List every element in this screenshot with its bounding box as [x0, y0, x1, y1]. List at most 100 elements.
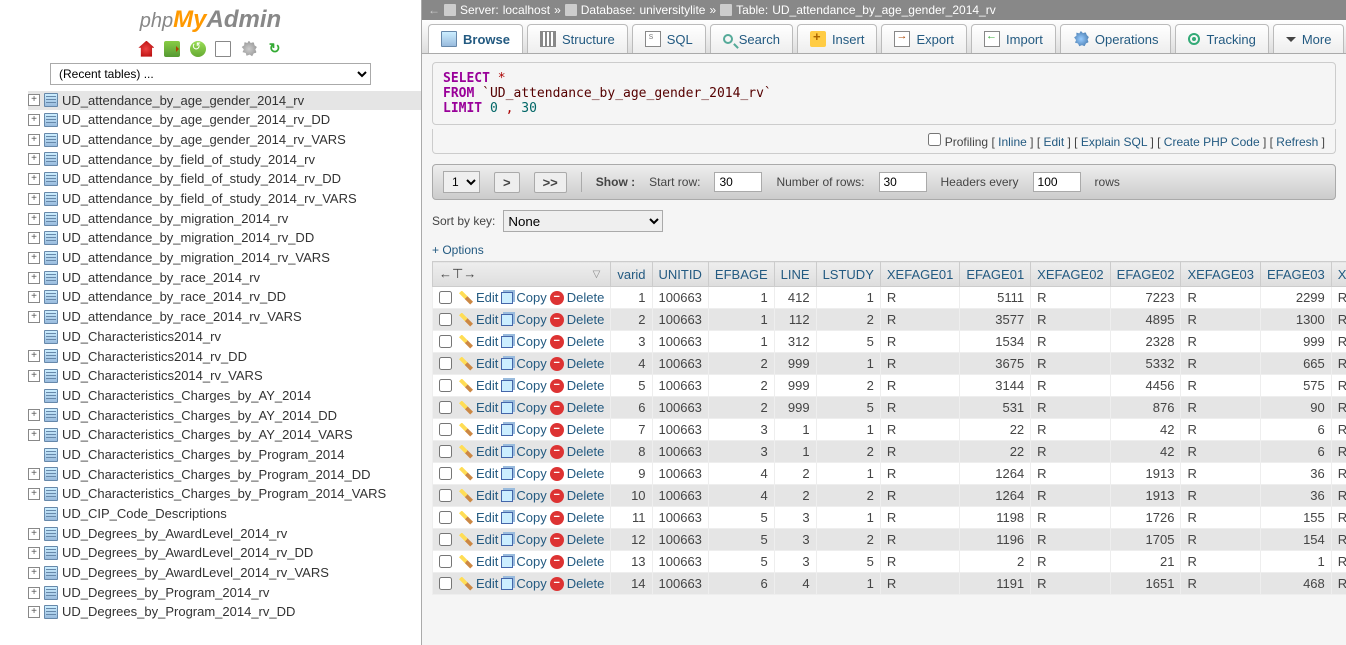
docs-icon[interactable]: [215, 41, 231, 57]
edit-link[interactable]: Edit: [1043, 135, 1064, 149]
tree-item[interactable]: +UD_attendance_by_race_2014_rv_DD: [28, 287, 421, 307]
column-header[interactable]: UNITID: [652, 262, 708, 287]
tree-item[interactable]: +UD_Characteristics_Charges_by_Program_2…: [28, 484, 421, 504]
copy-link[interactable]: Copy: [516, 378, 546, 393]
expand-icon[interactable]: +: [28, 587, 40, 599]
edit-link[interactable]: Edit: [476, 334, 498, 349]
copy-link[interactable]: Copy: [516, 554, 546, 569]
copy-link[interactable]: Copy: [516, 510, 546, 525]
bc-table[interactable]: UD_attendance_by_age_gender_2014_rv: [772, 3, 996, 17]
delete-link[interactable]: Delete: [567, 576, 605, 591]
expand-icon[interactable]: +: [28, 547, 40, 559]
tab-structure[interactable]: Structure: [527, 24, 628, 53]
expand-icon[interactable]: +: [28, 232, 40, 244]
column-header[interactable]: XEFAGE03: [1181, 262, 1260, 287]
expand-icon[interactable]: +: [28, 114, 40, 126]
edit-link[interactable]: Edit: [476, 444, 498, 459]
tree-item[interactable]: +UD_Degrees_by_AwardLevel_2014_rv_DD: [28, 543, 421, 563]
tab-import[interactable]: Import: [971, 24, 1056, 53]
tab-export[interactable]: Export: [881, 24, 967, 53]
edit-link[interactable]: Edit: [476, 356, 498, 371]
tree-item[interactable]: +UD_Characteristics_Charges_by_AY_2014_V…: [28, 425, 421, 445]
delete-link[interactable]: Delete: [567, 356, 605, 371]
bc-server[interactable]: localhost: [503, 3, 550, 17]
expand-icon[interactable]: +: [28, 94, 40, 106]
delete-link[interactable]: Delete: [567, 510, 605, 525]
delete-link[interactable]: Delete: [567, 334, 605, 349]
edit-link[interactable]: Edit: [476, 488, 498, 503]
recent-tables-select[interactable]: (Recent tables) ...: [50, 63, 371, 85]
copy-link[interactable]: Copy: [516, 466, 546, 481]
column-header[interactable]: EFAGE03: [1260, 262, 1331, 287]
row-checkbox[interactable]: [439, 511, 452, 524]
tree-item[interactable]: UD_Characteristics2014_rv: [28, 327, 421, 347]
delete-link[interactable]: Delete: [567, 422, 605, 437]
create-php-link[interactable]: Create PHP Code: [1164, 135, 1260, 149]
copy-link[interactable]: Copy: [516, 290, 546, 305]
expand-icon[interactable]: +: [28, 488, 40, 500]
expand-icon[interactable]: +: [28, 567, 40, 579]
copy-link[interactable]: Copy: [516, 400, 546, 415]
expand-icon[interactable]: +: [28, 311, 40, 323]
row-checkbox[interactable]: [439, 467, 452, 480]
copy-link[interactable]: Copy: [516, 488, 546, 503]
expand-icon[interactable]: +: [28, 272, 40, 284]
tree-item[interactable]: +UD_attendance_by_age_gender_2014_rv: [28, 91, 421, 111]
expand-icon[interactable]: +: [28, 350, 40, 362]
copy-link[interactable]: Copy: [516, 356, 546, 371]
copy-link[interactable]: Copy: [516, 444, 546, 459]
tab-browse[interactable]: Browse: [428, 24, 523, 53]
tree-item[interactable]: +UD_Characteristics_Charges_by_AY_2014_D…: [28, 406, 421, 426]
expand-icon[interactable]: +: [28, 468, 40, 480]
copy-link[interactable]: Copy: [516, 422, 546, 437]
tree-item[interactable]: +UD_Degrees_by_AwardLevel_2014_rv_VARS: [28, 563, 421, 583]
sort-select[interactable]: None: [503, 210, 663, 232]
tree-item[interactable]: +UD_Degrees_by_AwardLevel_2014_rv: [28, 524, 421, 544]
row-checkbox[interactable]: [439, 291, 452, 304]
home-icon[interactable]: [138, 41, 154, 57]
delete-link[interactable]: Delete: [567, 378, 605, 393]
expand-icon[interactable]: +: [28, 409, 40, 421]
expand-icon[interactable]: +: [28, 213, 40, 225]
row-checkbox[interactable]: [439, 577, 452, 590]
delete-link[interactable]: Delete: [567, 532, 605, 547]
edit-link[interactable]: Edit: [476, 576, 498, 591]
column-header[interactable]: XEFA: [1331, 262, 1346, 287]
copy-link[interactable]: Copy: [516, 576, 546, 591]
inline-link[interactable]: Inline: [998, 135, 1027, 149]
row-checkbox[interactable]: [439, 533, 452, 546]
query-window-icon[interactable]: [190, 41, 206, 57]
tab-insert[interactable]: Insert: [797, 24, 878, 53]
tab-operations[interactable]: Operations: [1060, 24, 1172, 53]
tab-tracking[interactable]: Tracking: [1175, 24, 1268, 53]
tree-item[interactable]: +UD_Characteristics_Charges_by_Program_2…: [28, 465, 421, 485]
expand-icon[interactable]: +: [28, 606, 40, 618]
tab-more[interactable]: More: [1273, 24, 1345, 53]
row-checkbox[interactable]: [439, 423, 452, 436]
column-header[interactable]: varid: [611, 262, 652, 287]
tree-item[interactable]: +UD_attendance_by_migration_2014_rv_VARS: [28, 248, 421, 268]
column-header[interactable]: LSTUDY: [816, 262, 880, 287]
tree-item[interactable]: +UD_attendance_by_race_2014_rv_VARS: [28, 307, 421, 327]
options-toggle[interactable]: + Options: [432, 243, 484, 257]
delete-link[interactable]: Delete: [567, 400, 605, 415]
edit-link[interactable]: Edit: [476, 466, 498, 481]
delete-link[interactable]: Delete: [567, 554, 605, 569]
expand-icon[interactable]: +: [28, 252, 40, 264]
tree-item[interactable]: +UD_Degrees_by_Program_2014_rv_DD: [28, 602, 421, 622]
profiling-checkbox[interactable]: [928, 133, 941, 146]
tab-search[interactable]: Search: [710, 24, 793, 53]
row-checkbox[interactable]: [439, 357, 452, 370]
delete-link[interactable]: Delete: [567, 466, 605, 481]
logout-icon[interactable]: [164, 41, 180, 57]
tree-item[interactable]: +UD_Characteristics2014_rv_VARS: [28, 366, 421, 386]
headers-input[interactable]: [1033, 172, 1081, 192]
tree-item[interactable]: +UD_Characteristics2014_rv_DD: [28, 347, 421, 367]
sort-desc-icon[interactable]: ▽: [593, 269, 601, 280]
tree-item[interactable]: +UD_attendance_by_field_of_study_2014_rv…: [28, 169, 421, 189]
reload-icon[interactable]: ↻: [267, 41, 283, 57]
expand-icon[interactable]: +: [28, 134, 40, 146]
tree-item[interactable]: +UD_attendance_by_age_gender_2014_rv_VAR…: [28, 130, 421, 150]
tree-item[interactable]: +UD_attendance_by_age_gender_2014_rv_DD: [28, 110, 421, 130]
tree-item[interactable]: UD_CIP_Code_Descriptions: [28, 504, 421, 524]
